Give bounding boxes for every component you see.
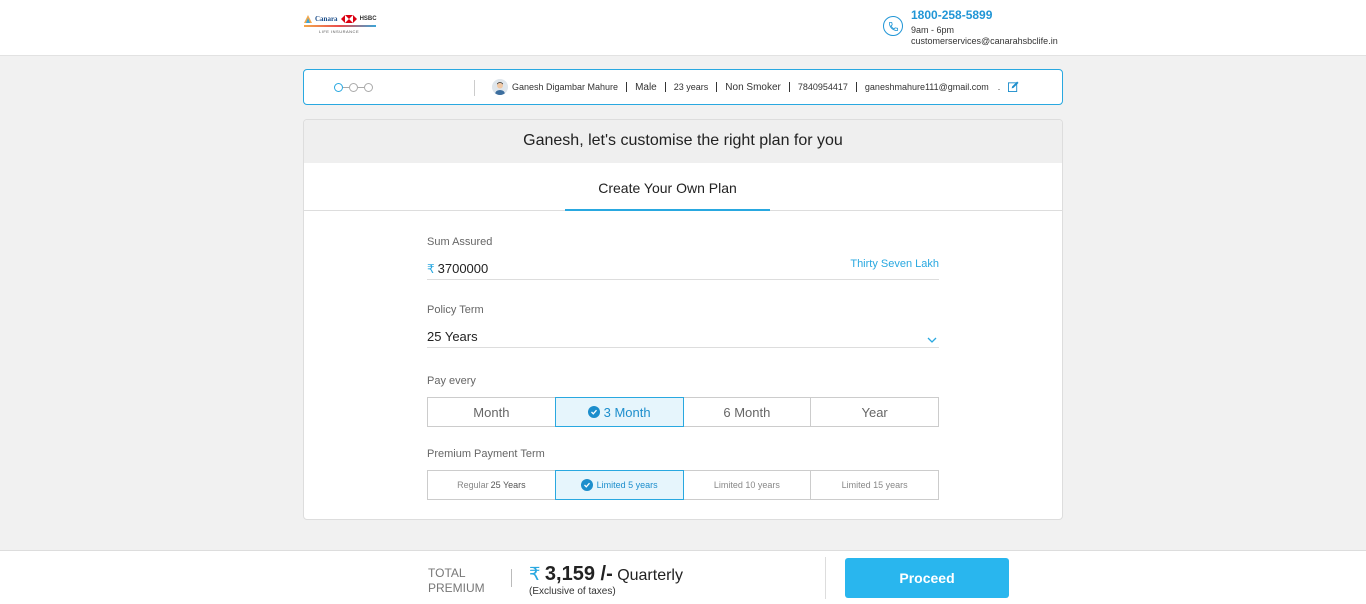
option-label: 6 Month: [723, 404, 771, 420]
canara-triangle-icon: [304, 15, 312, 23]
separator: [855, 82, 857, 92]
option-label: Limited 15 years: [841, 480, 908, 490]
profile-name: Ganesh Digambar Mahure: [512, 82, 619, 92]
policy-term-select[interactable]: 25 Years: [427, 322, 939, 348]
tab-create-your-own-plan[interactable]: Create Your Own Plan: [565, 163, 770, 211]
option-label: 25 Years: [490, 480, 526, 490]
total-label-line1: TOTAL: [428, 566, 466, 580]
profile-mobile: 7840954417: [797, 82, 848, 92]
rupee-icon: ₹: [529, 564, 541, 584]
contact-email[interactable]: customerservices@canarahsbclife.in: [911, 36, 1058, 46]
option-label: Limited 5 years: [596, 480, 658, 490]
canara-hsbc-logo[interactable]: Canara HSBC LIFE INSURANCE: [304, 15, 378, 43]
premium-term-label: Premium Payment Term: [427, 448, 545, 460]
profile-summary-bar: Ganesh Digambar Mahure Male 23 years Non…: [303, 69, 1063, 105]
pay-every-option-month[interactable]: Month: [427, 397, 556, 427]
pay-every-label: Pay every: [427, 375, 476, 387]
progress-stepper: [334, 83, 373, 92]
proceed-button[interactable]: Proceed: [845, 558, 1009, 598]
option-label: 3 Month: [603, 404, 651, 420]
edit-icon[interactable]: [1008, 80, 1019, 94]
check-circle-icon: [580, 479, 593, 491]
rupee-icon: ₹: [427, 262, 435, 276]
step-2-dot: [349, 83, 358, 92]
plan-card: Ganesh, let's customise the right plan f…: [303, 119, 1063, 520]
premium-period: Quarterly: [617, 567, 683, 584]
pay-every-option-6-month[interactable]: 6 Month: [682, 397, 812, 427]
contact-hours: 9am - 6pm: [911, 25, 955, 35]
step-1-dot: [334, 83, 343, 92]
profile-smoker: Non Smoker: [725, 81, 781, 93]
premium-term-option-limited-10[interactable]: Limited 10 years: [682, 470, 812, 500]
pay-every-option-year[interactable]: Year: [810, 397, 939, 427]
total-label-line2: PREMIUM: [428, 581, 485, 595]
option-label: Year: [861, 404, 888, 420]
profile-trail: .: [997, 82, 1001, 92]
profile-email: ganeshmahure111@gmail.com: [864, 82, 989, 92]
check-circle-icon: [587, 406, 600, 418]
policy-term-label: Policy Term: [427, 304, 484, 316]
hsbc-hexagon-icon: [340, 15, 357, 23]
premium-amount: 3,159 /-: [544, 563, 613, 585]
premium-footer: TOTAL PREMIUM ₹ 3,159 /- Quarterly (Excl…: [0, 550, 1366, 604]
profile-age: 23 years: [673, 82, 709, 92]
phone-icon: [883, 16, 903, 36]
logo-brand-text: Canara: [315, 15, 338, 23]
separator: [664, 82, 666, 92]
footer-separator: [511, 569, 512, 587]
logo-stripe: [304, 25, 376, 27]
option-prefix: Regular: [457, 480, 489, 490]
premium-term-option-limited-15[interactable]: Limited 15 years: [810, 470, 939, 500]
premium-term-options: Regular 25 Years Limited 5 years Limited …: [427, 470, 939, 500]
pay-every-option-3-month[interactable]: 3 Month: [554, 397, 684, 427]
separator: [716, 82, 718, 92]
chevron-down-icon[interactable]: [927, 330, 937, 348]
profile-info: Ganesh Digambar Mahure Male 23 years Non…: [492, 79, 1019, 95]
avatar: [492, 79, 508, 95]
premium-amount-block: ₹ 3,159 /- Quarterly: [529, 563, 683, 586]
premium-term-option-regular[interactable]: Regular 25 Years: [427, 470, 556, 500]
plan-tabs: Create Your Own Plan: [304, 163, 1062, 211]
logo-subtitle: LIFE INSURANCE: [319, 29, 360, 34]
sum-assured-input[interactable]: 3700000: [438, 261, 489, 276]
card-heading: Ganesh, let's customise the right plan f…: [304, 120, 1062, 163]
sum-assured-field[interactable]: ₹3700000 Thirty Seven Lakh: [427, 254, 939, 280]
separator: [626, 82, 628, 92]
separator: [788, 82, 790, 92]
top-header: Canara HSBC LIFE INSURANCE 1800-258-5899…: [0, 0, 1366, 56]
step-3-dot: [364, 83, 373, 92]
tax-note: (Exclusive of taxes): [529, 586, 616, 597]
sum-assured-words: Thirty Seven Lakh: [850, 258, 939, 270]
profile-gender: Male: [635, 81, 657, 93]
plan-form: Sum Assured ₹3700000 Thirty Seven Lakh P…: [427, 236, 939, 500]
premium-term-option-limited-5[interactable]: Limited 5 years: [554, 470, 684, 500]
policy-term-value: 25 Years: [427, 329, 478, 344]
option-label: Month: [473, 404, 510, 420]
option-label: Limited 10 years: [713, 480, 780, 490]
pay-every-options: Month 3 Month 6 Month Year: [427, 397, 939, 427]
footer-divider: [825, 557, 826, 599]
sum-assured-label: Sum Assured: [427, 236, 493, 248]
total-premium-label: TOTAL PREMIUM: [428, 566, 485, 596]
logo-partner-text: HSBC: [359, 16, 377, 22]
profile-divider: [474, 80, 475, 96]
contact-phone[interactable]: 1800-258-5899: [911, 8, 1058, 22]
